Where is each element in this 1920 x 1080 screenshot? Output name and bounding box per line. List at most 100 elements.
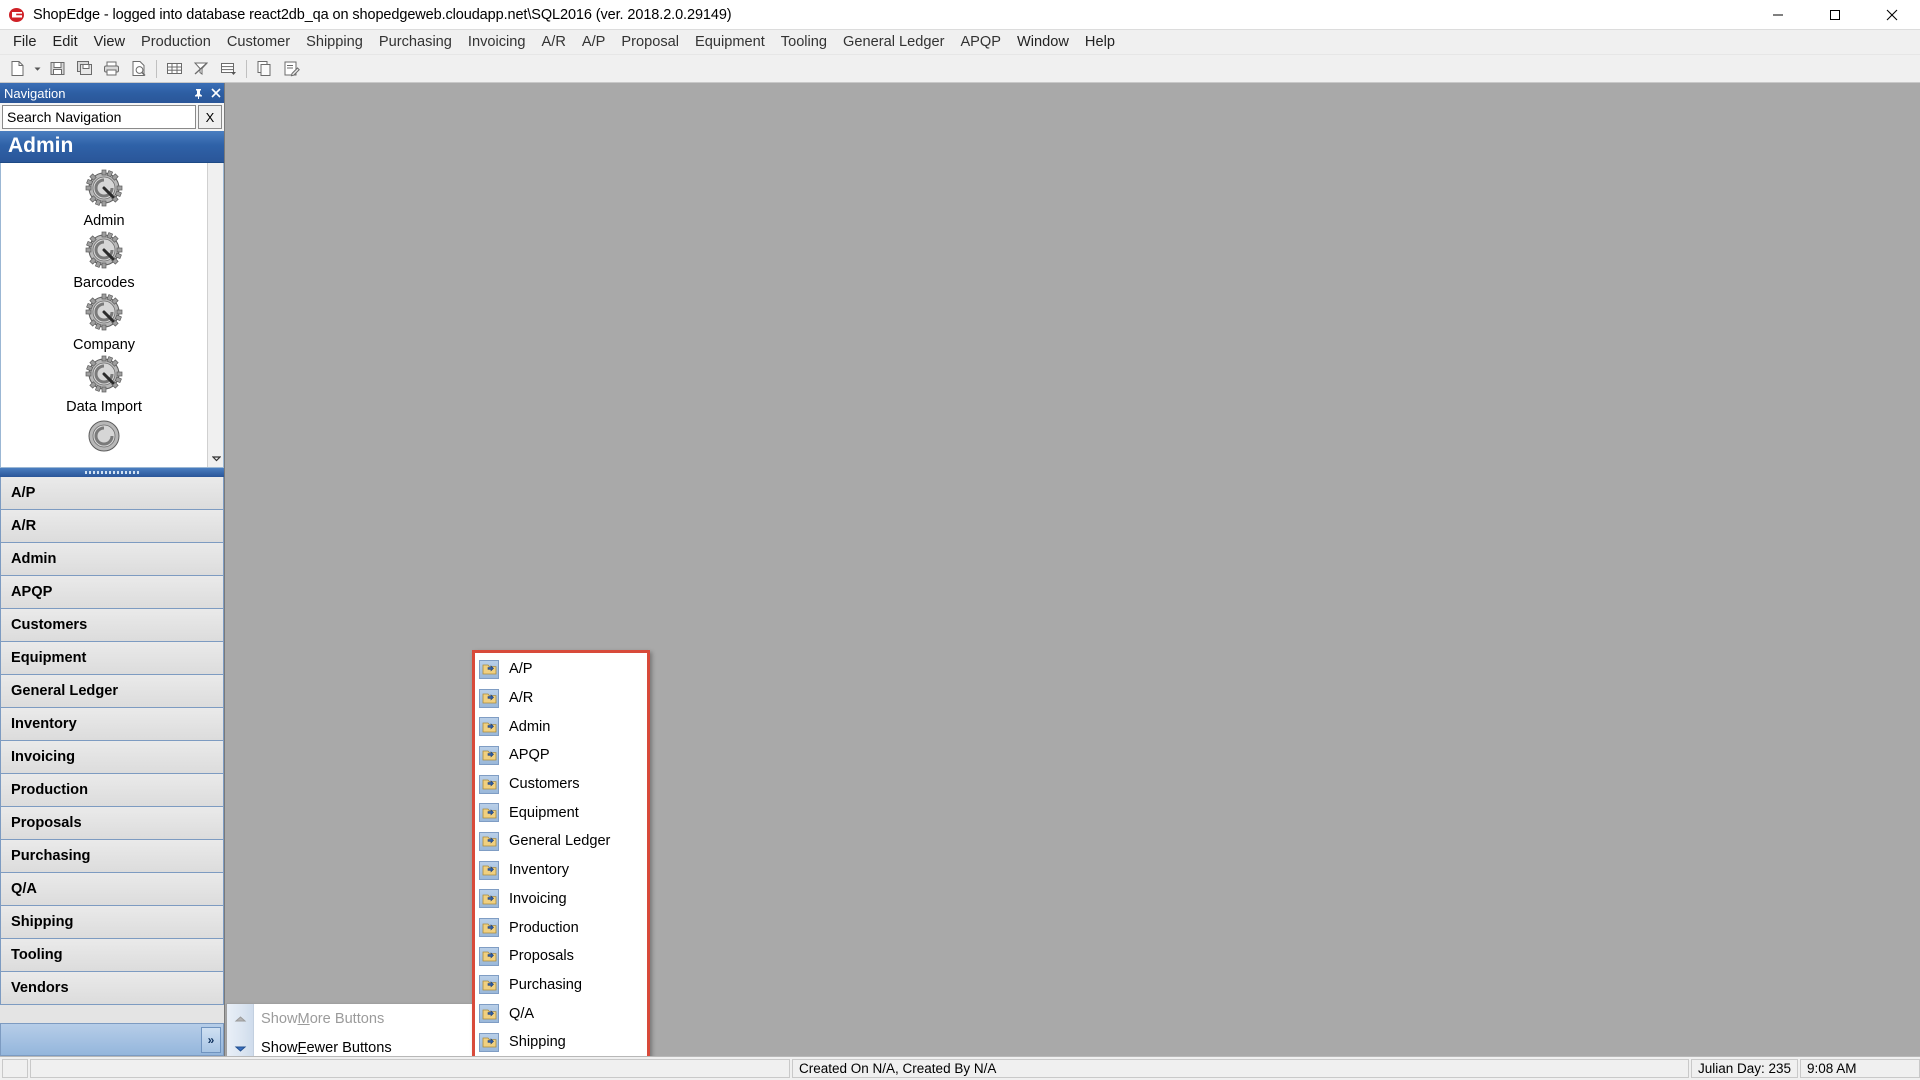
shortcut-folder-icon [479,688,499,708]
menu-item-help[interactable]: Help [1077,31,1123,54]
grid-icon[interactable] [161,57,187,81]
gear-icon [85,231,123,269]
menu-item-edit[interactable]: Edit [45,31,86,54]
sidebar-item-tooling[interactable]: Tooling [0,939,224,972]
submenu-item-apqp[interactable]: APQP [475,741,647,770]
sidebar-item-invoicing[interactable]: Invoicing [0,741,224,774]
close-button[interactable] [1863,0,1920,30]
submenu-item-general-ledger[interactable]: General Ledger [475,827,647,856]
submenu-item-equipment[interactable]: Equipment [475,798,647,827]
sidebar-item-inventory[interactable]: Inventory [0,708,224,741]
status-time: 9:08 AM [1800,1059,1920,1078]
shortcut-folder-icon [479,831,499,851]
status-bar: Created On N/A, Created By N/A Julian Da… [0,1056,1920,1080]
menu-item-ap[interactable]: A/P [574,31,614,54]
menu-item-purchasing[interactable]: Purchasing [371,31,460,54]
dropdown-arrow-icon[interactable] [31,57,43,81]
minimize-button[interactable] [1749,0,1806,30]
new-document-icon[interactable] [4,57,30,81]
nav-tile-partial[interactable] [24,417,184,459]
menu-item-invoicing[interactable]: Invoicing [460,31,534,54]
menu-item-window[interactable]: Window [1009,31,1077,54]
menu-item-apqp[interactable]: APQP [952,31,1009,54]
nav-button-list: A/P A/R Admin APQP Customers Equipment G… [0,477,224,1023]
submenu-item-proposals[interactable]: Proposals [475,942,647,971]
sidebar-item-shipping[interactable]: Shipping [0,906,224,939]
pin-icon[interactable] [190,85,207,102]
sidebar-item-general-ledger[interactable]: General Ledger [0,675,224,708]
nav-tile-data-import[interactable]: Data Import [24,355,184,415]
print-preview-icon[interactable] [125,57,151,81]
sidebar-item-customers[interactable]: Customers [0,609,224,642]
sidebar-item-admin[interactable]: Admin [0,543,224,576]
shortcut-folder-icon [479,975,499,995]
submenu-item-qa[interactable]: Q/A [475,999,647,1028]
grid-filter-icon[interactable] [215,57,241,81]
navigation-pane-title: Navigation [4,85,66,101]
sidebar-item-equipment[interactable]: Equipment [0,642,224,675]
navigation-pane-header: Navigation [0,83,224,103]
nav-tile-company[interactable]: Company [24,293,184,353]
sidebar-item-ar[interactable]: A/R [0,510,224,543]
menu-item-view[interactable]: View [86,31,133,54]
shortcut-folder-icon [479,1004,499,1024]
sidebar-item-production[interactable]: Production [0,774,224,807]
menu-item-production[interactable]: Production [133,31,219,54]
sidebar-item-ap[interactable]: A/P [0,477,224,510]
context-menu-item-rest: ewer Buttons [306,1039,392,1056]
search-input[interactable] [2,105,196,129]
close-icon[interactable] [207,85,224,102]
copy-icon[interactable] [251,57,277,81]
save-all-icon[interactable] [71,57,97,81]
submenu-item-label: Purchasing [509,976,583,993]
save-icon[interactable] [44,57,70,81]
nav-icons-scrollbar[interactable] [207,163,223,467]
submenu-item-label: A/R [509,690,534,707]
submenu-item-inventory[interactable]: Inventory [475,856,647,885]
status-julian-day: Julian Day: 235 [1690,1059,1798,1078]
chevron-double-right-icon[interactable]: » [201,1026,221,1053]
status-cell-blank [30,1059,790,1078]
sidebar-item-vendors[interactable]: Vendors [0,972,224,1005]
clear-search-button[interactable]: X [198,105,222,129]
submenu-item-production[interactable]: Production [475,913,647,942]
submenu-item-purchasing[interactable]: Purchasing [475,971,647,1000]
down-chevron-icon [232,1040,248,1056]
edit-note-icon[interactable] [278,57,304,81]
menu-item-proposal[interactable]: Proposal [613,31,687,54]
maximize-button[interactable] [1806,0,1863,30]
shortcut-folder-icon [479,1032,499,1052]
submenu-item-shipping[interactable]: Shipping [475,1028,647,1056]
menu-item-shipping[interactable]: Shipping [298,31,371,54]
submenu-item-label: Equipment [509,804,579,821]
filter-off-icon[interactable] [188,57,214,81]
context-menu-item-show-more-buttons[interactable]: Show More Buttons [227,1004,472,1033]
shortcut-folder-icon [479,717,499,737]
menu-item-customer[interactable]: Customer [219,31,298,54]
submenu-item-customers[interactable]: Customers [475,770,647,799]
shortcut-folder-icon [479,745,499,765]
sidebar-item-purchasing[interactable]: Purchasing [0,840,224,873]
navigation-pane: Navigation X Admin [0,83,225,1056]
nav-tile-admin[interactable]: Admin [24,169,184,229]
sidebar-item-qa[interactable]: Q/A [0,873,224,906]
submenu-item-ap[interactable]: A/P [475,655,647,684]
scroll-down-icon[interactable] [208,450,223,467]
menu-item-file[interactable]: File [5,31,45,54]
nav-splitter[interactable] [0,468,224,477]
shortcut-folder-icon [479,946,499,966]
submenu-item-ar[interactable]: A/R [475,684,647,713]
status-created-info: Created On N/A, Created By N/A [792,1059,1689,1078]
print-icon[interactable] [98,57,124,81]
submenu-item-admin[interactable]: Admin [475,712,647,741]
window-controls [1749,0,1920,30]
menu-item-general-ledger[interactable]: General Ledger [835,31,952,54]
menu-item-tooling[interactable]: Tooling [773,31,835,54]
sidebar-item-apqp[interactable]: APQP [0,576,224,609]
nav-tile-barcodes[interactable]: Barcodes [24,231,184,291]
submenu-item-invoicing[interactable]: Invoicing [475,885,647,914]
menu-item-ar[interactable]: A/R [534,31,574,54]
sidebar-item-proposals[interactable]: Proposals [0,807,224,840]
context-menu-item-show-fewer-buttons[interactable]: Show Fewer Buttons [227,1033,472,1056]
menu-item-equipment[interactable]: Equipment [687,31,773,54]
